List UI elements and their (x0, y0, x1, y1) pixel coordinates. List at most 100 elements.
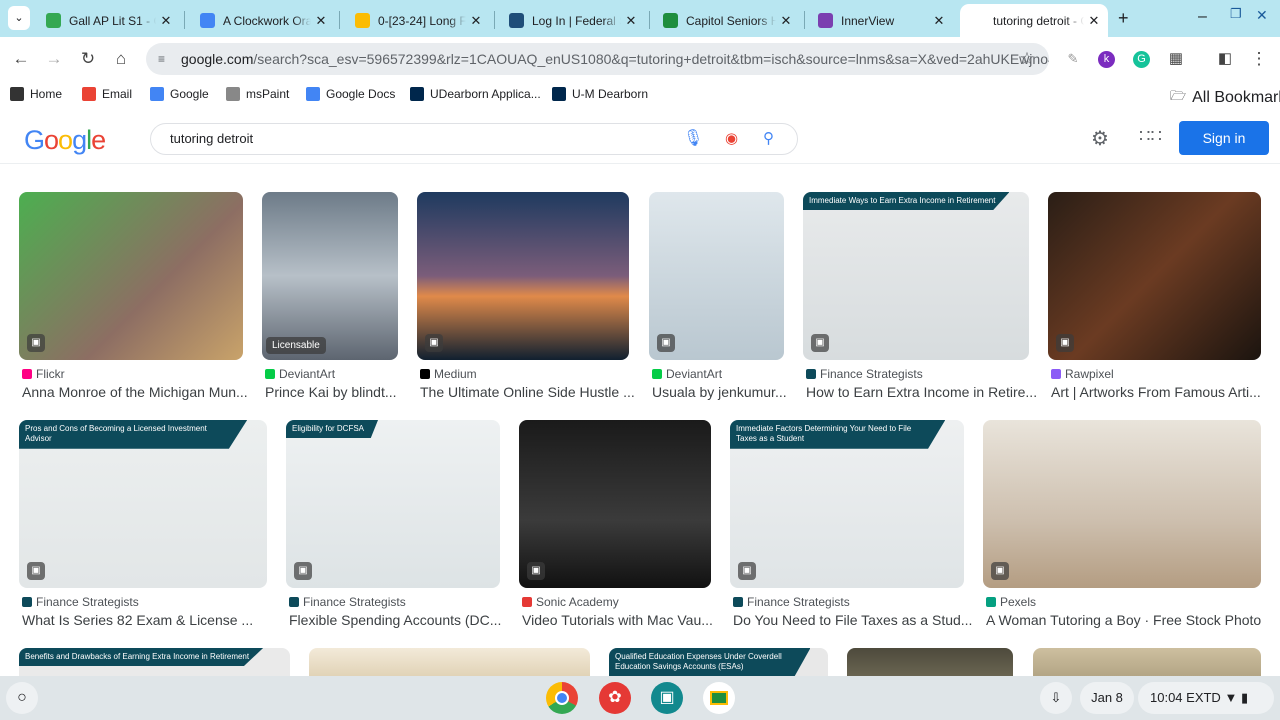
holding-space-icon[interactable]: ⇩ (1040, 682, 1072, 714)
tab[interactable]: 0-[23-24] Long Fiction✕ (345, 4, 490, 37)
folder-icon: 🗁 (1170, 88, 1187, 103)
bookmark-star-icon[interactable]: ☆ (1016, 48, 1038, 70)
result-image[interactable]: Immediate Factors Determining Your Need … (730, 420, 964, 588)
result-source[interactable]: Finance Strategists (289, 595, 406, 609)
back-icon[interactable]: ← (10, 48, 32, 70)
result-source[interactable]: DeviantArt (652, 367, 722, 381)
apps-grid-icon[interactable]: ∷∷ (1139, 126, 1162, 147)
result-title[interactable]: The Ultimate Online Side Hustle ... (420, 384, 635, 400)
tab[interactable]: Gall AP Lit S1 - Google Drive✕ (36, 4, 180, 37)
launcher-button[interactable]: ○ (6, 682, 38, 714)
site-info-icon[interactable]: ≡ (158, 43, 165, 75)
result-source[interactable]: Medium (420, 367, 477, 381)
grammarly-extension-icon[interactable]: G (1133, 51, 1150, 68)
source-name: Finance Strategists (36, 595, 139, 609)
result-title[interactable]: Anna Monroe of the Michigan Mun... (22, 384, 248, 400)
result-image[interactable]: Licensable (262, 192, 398, 360)
tab[interactable]: tutoring detroit - Google Search✕ (960, 4, 1108, 37)
status-tray[interactable]: 10:04 EXTD ▼ ▮ (1138, 682, 1274, 714)
tab[interactable]: A Clockwork Orange✕ (190, 4, 335, 37)
address-bar[interactable]: ≡ google.com/search?sca_esv=596572399&rlz… (146, 43, 1049, 75)
bookmark-item[interactable]: Google Docs (306, 87, 395, 101)
new-tab-button[interactable]: + (1118, 8, 1129, 29)
tab[interactable]: Log In | Federal Student Aid✕ (499, 4, 645, 37)
restore-button[interactable]: ❐ (1230, 6, 1242, 22)
result-title[interactable]: Flexible Spending Accounts (DC... (289, 612, 501, 628)
result-image[interactable]: Pros and Cons of Becoming a Licensed Inv… (19, 420, 267, 588)
bookmark-item[interactable]: Email (82, 87, 132, 101)
close-tab-icon[interactable]: ✕ (466, 13, 486, 29)
result-title[interactable]: Do You Need to File Taxes as a Stud... (733, 612, 972, 628)
tab[interactable]: InnerView ✕ (808, 4, 953, 37)
result-image[interactable]: ▣ (1048, 192, 1261, 360)
result-title[interactable]: Art | Artworks From Famous Arti... (1051, 384, 1261, 400)
result-image[interactable]: ▣ (519, 420, 711, 588)
result-image[interactable]: Immediate Ways to Earn Extra Income in R… (803, 192, 1029, 360)
tab-search-button[interactable]: ⌄ (8, 6, 30, 30)
result-image[interactable]: ▣ (417, 192, 629, 360)
tab-title: Log In | Federal Student Aid (532, 13, 621, 28)
result-source[interactable]: Flickr (22, 367, 65, 381)
image-icon: ▣ (425, 334, 443, 352)
forward-icon[interactable]: → (43, 48, 65, 70)
result-title[interactable]: What Is Series 82 Exam & License ... (22, 612, 253, 628)
result-image[interactable]: Eligibility for DCFSA ▣ (286, 420, 500, 588)
result-image[interactable]: ▣ (19, 192, 243, 360)
minimize-button[interactable]: – (1198, 8, 1207, 26)
image-icon: ▣ (27, 334, 45, 352)
result-title[interactable]: Usuala by jenkumur... (652, 384, 787, 400)
result-title[interactable]: A Woman Tutoring a Boy · Free Stock Phot… (986, 612, 1261, 628)
close-tab-icon[interactable]: ✕ (929, 13, 949, 29)
sign-in-button[interactable]: Sign in (1179, 121, 1269, 155)
close-tab-icon[interactable]: ✕ (1084, 13, 1104, 29)
voice-search-icon[interactable]: 🎙 (683, 124, 703, 154)
result-title[interactable]: How to Earn Extra Income in Retire... (806, 384, 1037, 400)
paint-icon[interactable]: ✿ (599, 682, 631, 714)
google-logo[interactable]: Google (24, 125, 106, 156)
extension-icon[interactable]: ✎ (1062, 48, 1084, 70)
tab[interactable]: Capitol Seniors Housing✕ (653, 4, 800, 37)
bookmark-item[interactable]: msPaint (226, 87, 289, 101)
result-source[interactable]: Finance Strategists (806, 367, 923, 381)
extensions-puzzle-icon[interactable]: ▦ (1165, 48, 1187, 70)
google-classroom-icon[interactable] (703, 682, 735, 714)
chrome-icon[interactable] (546, 682, 578, 714)
side-panel-icon[interactable]: ◧ (1214, 48, 1236, 70)
bookmark-item[interactable]: Home (10, 87, 62, 101)
close-tab-icon[interactable]: ✕ (311, 13, 331, 29)
close-tab-icon[interactable]: ✕ (621, 13, 641, 29)
kami-extension-icon[interactable]: k (1098, 51, 1115, 68)
menu-kebab-icon[interactable]: ⋮ (1248, 48, 1270, 70)
close-tab-icon[interactable]: ✕ (776, 13, 796, 29)
innerview-icon (818, 13, 833, 28)
bookmarks-bar: Home Email Google msPaint Google Docs UDearbo… (0, 81, 1280, 107)
search-icon[interactable]: ⚲ (763, 124, 774, 154)
all-bookmarks-button[interactable]: 🗁 All Bookmarks (1170, 87, 1280, 109)
settings-gear-icon[interactable]: ⚙ (1091, 126, 1109, 151)
home-icon[interactable]: ⌂ (110, 48, 132, 70)
search-input[interactable]: tutoring detroit 🎙 ◉ ⚲ (150, 123, 798, 155)
result-title[interactable]: Prince Kai by blindt... (265, 384, 397, 400)
reload-icon[interactable]: ↻ (77, 48, 99, 70)
bookmark-item[interactable]: UDearborn Applica... (410, 87, 541, 101)
google-docs-icon (200, 13, 215, 28)
result-image[interactable]: ▣ (649, 192, 784, 360)
date-tray[interactable]: Jan 8 (1080, 682, 1134, 714)
close-window-button[interactable]: ✕ (1256, 7, 1268, 24)
bookmark-item[interactable]: U-M Dearborn (552, 87, 648, 101)
result-source[interactable]: DeviantArt (265, 367, 335, 381)
classroom-icon[interactable]: ▣ (651, 682, 683, 714)
bookmark-item[interactable]: Google (150, 87, 209, 101)
result-source[interactable]: Pexels (986, 595, 1036, 609)
source-favicon-icon (733, 597, 743, 607)
result-image[interactable]: ▣ (983, 420, 1261, 588)
umich-icon (410, 87, 424, 101)
result-title[interactable]: Video Tutorials with Mac Vau... (522, 612, 713, 628)
result-source[interactable]: Finance Strategists (733, 595, 850, 609)
close-tab-icon[interactable]: ✕ (156, 13, 176, 29)
image-icon: ▣ (1056, 334, 1074, 352)
lens-icon[interactable]: ◉ (725, 124, 738, 154)
result-source[interactable]: Rawpixel (1051, 367, 1114, 381)
result-source[interactable]: Sonic Academy (522, 595, 619, 609)
result-source[interactable]: Finance Strategists (22, 595, 139, 609)
